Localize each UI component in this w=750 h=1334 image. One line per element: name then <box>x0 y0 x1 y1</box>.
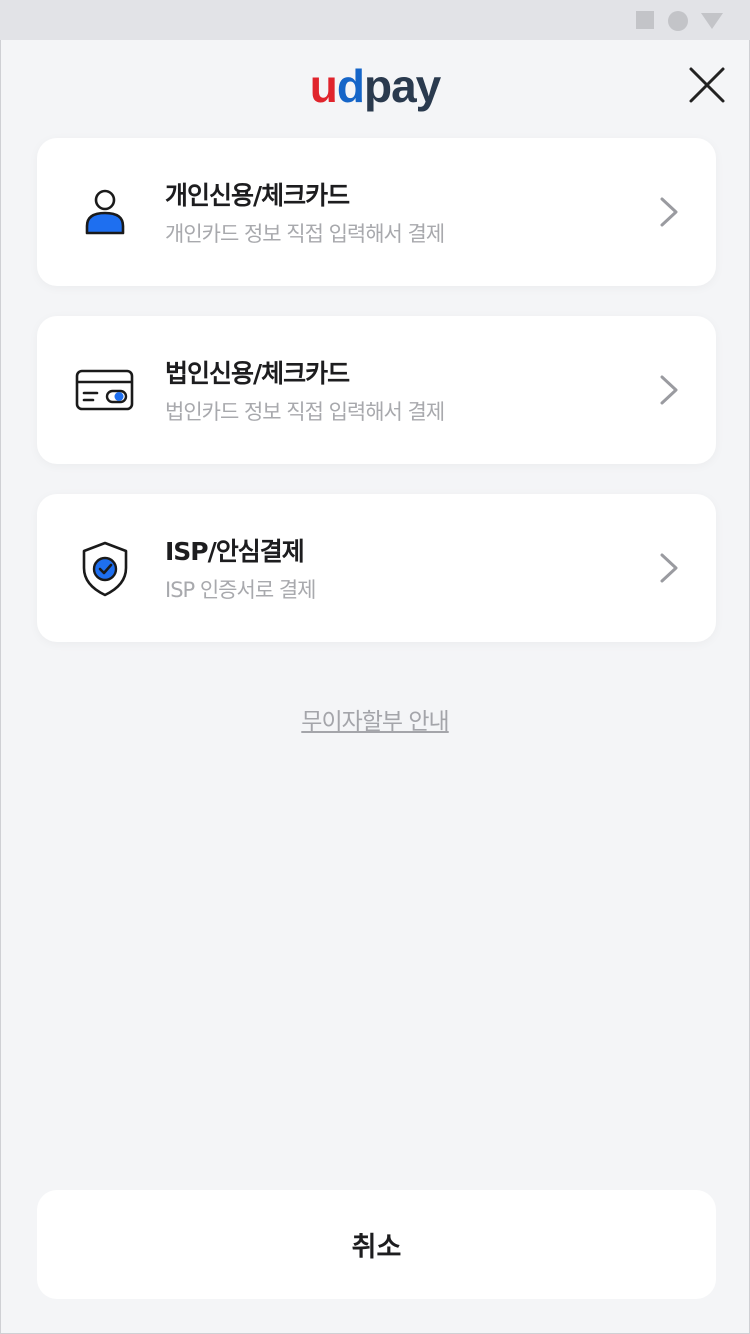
credit-card-icon <box>75 369 134 411</box>
option-subtitle: 개인카드 정보 직접 입력해서 결제 <box>165 222 445 246</box>
option-title: 법인신용/체크카드 <box>165 359 350 388</box>
shield-check-icon <box>82 541 128 597</box>
option-corporate-card[interactable]: 법인신용/체크카드 법인카드 정보 직접 입력해서 결제 <box>37 316 716 464</box>
chevron-right-icon <box>660 375 678 405</box>
installment-info-link[interactable]: 무이자할부 안내 <box>0 702 750 736</box>
option-title: ISP/안심결제 <box>165 537 305 566</box>
close-icon <box>689 67 725 103</box>
person-icon <box>85 189 125 235</box>
close-button[interactable] <box>684 62 730 108</box>
status-bar <box>0 0 750 40</box>
triangle-icon <box>701 13 723 29</box>
option-title: 개인신용/체크카드 <box>165 181 350 210</box>
square-icon <box>636 11 654 29</box>
circle-icon <box>668 11 688 31</box>
chevron-right-icon <box>660 553 678 583</box>
option-isp-payment[interactable]: ISP/안심결제 ISP 인증서로 결제 <box>37 494 716 642</box>
option-subtitle: 법인카드 정보 직접 입력해서 결제 <box>165 400 445 424</box>
chevron-right-icon <box>660 197 678 227</box>
cancel-button[interactable]: 취소 <box>37 1190 716 1299</box>
option-personal-card[interactable]: 개인신용/체크카드 개인카드 정보 직접 입력해서 결제 <box>37 138 716 286</box>
udpay-logo: udpay <box>309 60 441 112</box>
option-subtitle: ISP 인증서로 결제 <box>165 578 316 602</box>
